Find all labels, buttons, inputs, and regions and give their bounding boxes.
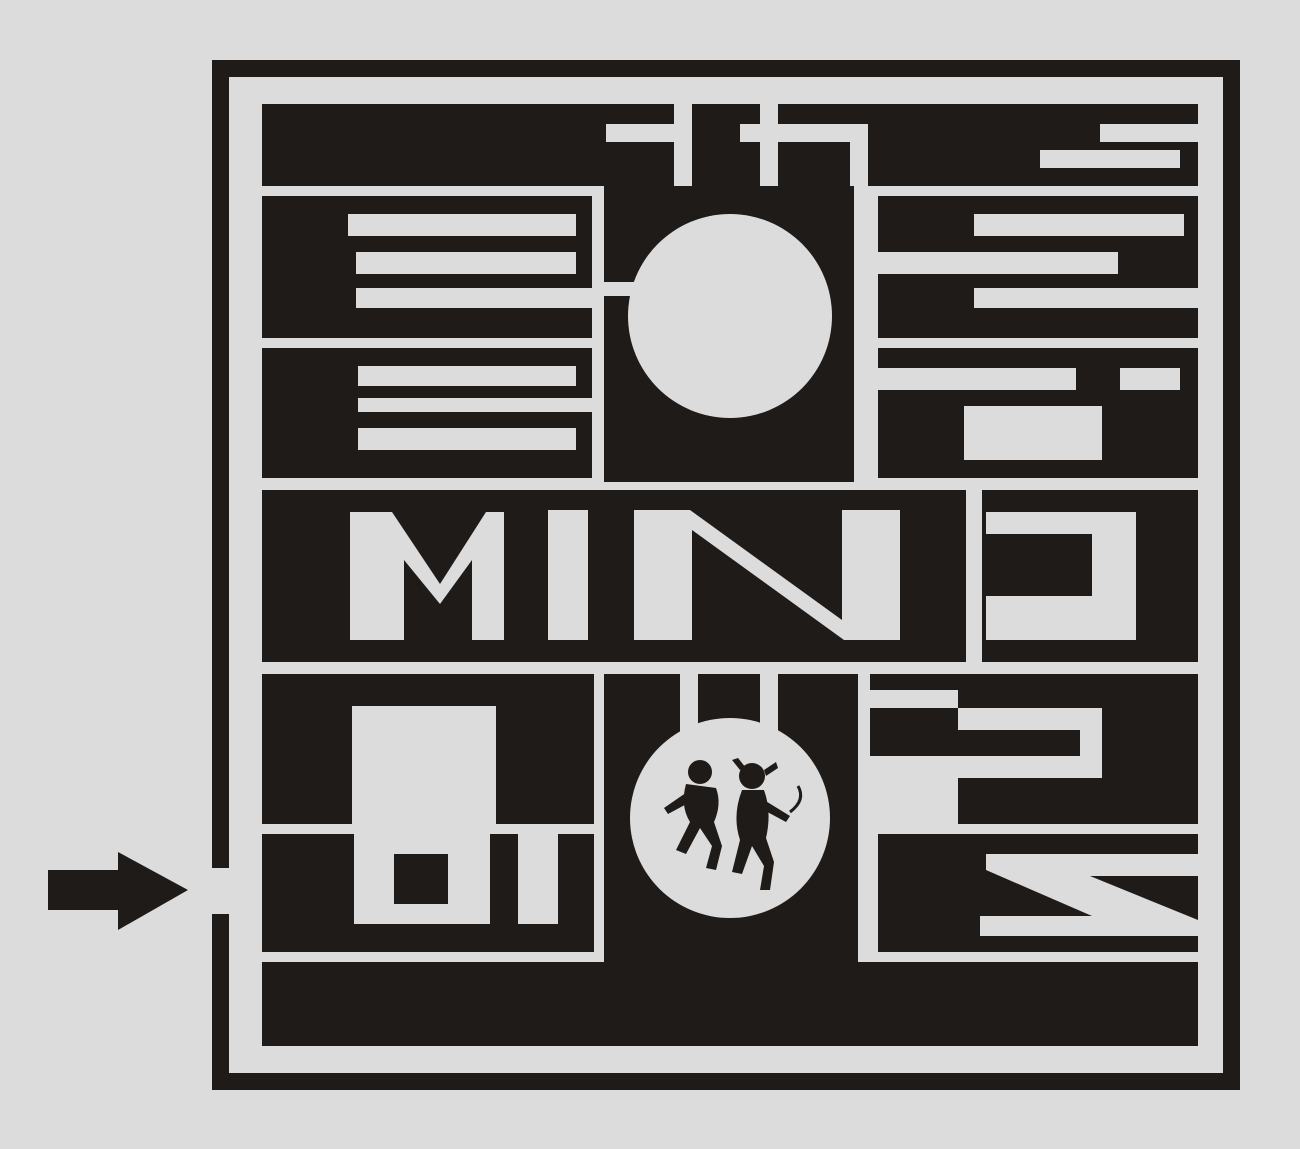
letter-e-second [262, 348, 592, 478]
letter-i [520, 490, 616, 662]
bottom-band [262, 962, 1198, 1046]
letter-s-top [878, 196, 1198, 338]
letter-m [262, 490, 520, 662]
labyrinth-poster [0, 0, 1300, 1149]
letter-n-lower-left [262, 674, 594, 824]
maze-body [243, 91, 1209, 1059]
letter-u-lower-left [262, 834, 594, 952]
labyrinth-logo [0, 0, 1300, 1149]
letter-e-top [262, 196, 594, 338]
letter-a-second [878, 348, 1198, 478]
letter-s-lower-right [878, 834, 1198, 952]
light-circle-top [628, 214, 832, 418]
light-circle-bottom [630, 718, 830, 918]
letter-2 [870, 674, 1198, 824]
letter-d [982, 490, 1198, 662]
letter-n [616, 490, 966, 662]
